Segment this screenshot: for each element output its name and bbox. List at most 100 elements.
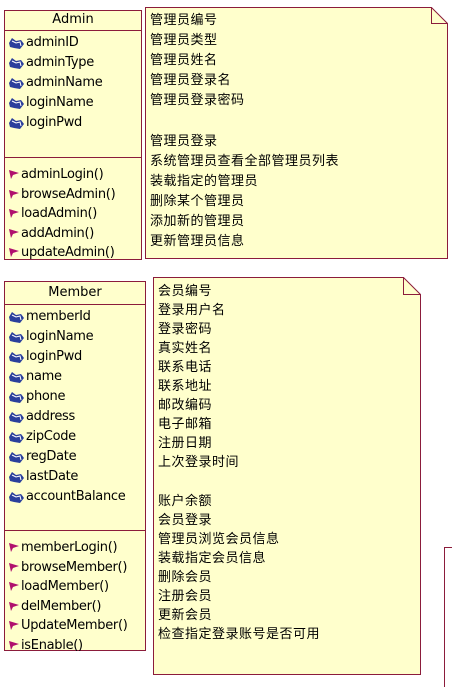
operation-row[interactable]: browseAdmin(): [8, 185, 141, 205]
operation-row[interactable]: loadMember(): [8, 577, 145, 597]
operation-row[interactable]: isEnable(): [8, 636, 145, 656]
note-line: 登录密码: [158, 322, 213, 337]
operation-name: memberLogin(): [21, 540, 118, 555]
note-line: 邮改编码: [158, 398, 213, 413]
member-operations: memberLogin() browseMember() loadMember(…: [5, 531, 145, 657]
attribute-name: loginPwd: [26, 349, 82, 364]
operation-row[interactable]: UpdateMember(): [8, 616, 145, 636]
note-line: 检查指定登录账号是否可用: [158, 627, 321, 642]
note-line: 注册会员: [158, 589, 213, 604]
partial-diagram-element: [444, 547, 452, 687]
attribute-name: memberId: [26, 309, 91, 324]
note-line: 更新会员: [158, 608, 213, 623]
operation-row[interactable]: adminLogin(): [8, 165, 141, 185]
note-line: 联系地址: [158, 379, 213, 394]
operation-row[interactable]: delMember(): [8, 597, 145, 617]
note-line: 管理员类型: [150, 33, 218, 48]
operation-name: addAdmin(): [21, 225, 95, 241]
note-spacer: [150, 111, 339, 132]
attribute-icon: [9, 331, 24, 343]
attribute-icon: [9, 391, 24, 403]
operation-row[interactable]: updateAdmin(): [8, 243, 141, 263]
attribute-name: accountBalance: [26, 489, 126, 504]
note-line: 账户余额: [158, 494, 213, 509]
note-spacer: [158, 472, 320, 492]
attribute-row[interactable]: zipCode: [8, 427, 145, 447]
attribute-name: address: [26, 409, 75, 424]
operation-icon: [9, 582, 19, 592]
operation-row[interactable]: browseMember(): [8, 558, 145, 578]
operation-icon: [9, 543, 19, 553]
attribute-row[interactable]: loginName: [8, 93, 141, 113]
operation-name: UpdateMember(): [21, 618, 128, 633]
note-line: 删除某个管理员: [150, 194, 245, 209]
attribute-row[interactable]: lastDate: [8, 467, 145, 487]
note-line: 删除会员: [158, 570, 213, 585]
note-line: 添加新的管理员: [150, 214, 245, 229]
note-line: 电子邮箱: [158, 417, 213, 432]
attribute-icon: [9, 311, 24, 323]
operation-name: isEnable(): [21, 637, 83, 653]
note-line: 管理员浏览会员信息: [158, 532, 280, 547]
attribute-icon: [9, 57, 24, 69]
attribute-row[interactable]: address: [8, 407, 145, 427]
operation-row[interactable]: memberLogin(): [8, 538, 145, 558]
operation-name: delMember(): [21, 598, 102, 614]
attribute-icon: [9, 491, 24, 503]
operation-icon: [9, 209, 19, 219]
note-line: 管理员登录名: [150, 73, 232, 88]
operation-name: browseAdmin(): [21, 186, 116, 202]
note-line: 装载指定的管理员: [150, 174, 259, 189]
member-note[interactable]: 会员编号 登录用户名 登录密码 真实姓名 联系电话 联系地址 邮改编码 电子邮箱…: [153, 277, 421, 675]
attribute-row[interactable]: phone: [8, 387, 145, 407]
attribute-icon: [9, 117, 24, 129]
attribute-row[interactable]: adminID: [8, 33, 141, 53]
note-line: 管理员编号: [150, 13, 218, 28]
operation-icon: [9, 228, 19, 238]
attribute-row[interactable]: name: [8, 367, 145, 387]
member-attributes: memberId loginName loginPwd name phone a…: [5, 305, 145, 531]
admin-attributes: adminID adminType adminName loginName lo…: [5, 31, 141, 158]
attribute-row[interactable]: regDate: [8, 447, 145, 467]
note-line: 管理员登录: [150, 134, 218, 149]
attribute-name: adminName: [26, 75, 103, 90]
operation-name: loadMember(): [21, 579, 109, 594]
attribute-name: loginName: [26, 95, 94, 110]
attribute-name: adminType: [26, 55, 94, 70]
member-class-name: Member: [5, 282, 145, 305]
member-class-box[interactable]: Member memberId loginName loginPwd name …: [4, 281, 146, 653]
operation-icon: [9, 170, 19, 180]
operation-icon: [9, 621, 19, 631]
attribute-row[interactable]: loginPwd: [8, 347, 145, 367]
admin-class-name: Admin: [5, 11, 141, 31]
attribute-row[interactable]: loginName: [8, 327, 145, 347]
attribute-icon: [9, 97, 24, 109]
operation-icon: [9, 189, 19, 199]
attribute-row[interactable]: memberId: [8, 307, 145, 327]
note-line: 真实姓名: [158, 341, 213, 356]
operation-row[interactable]: addAdmin(): [8, 224, 141, 244]
operation-name: updateAdmin(): [21, 245, 115, 260]
note-line: 系统管理员查看全部管理员列表: [150, 154, 340, 169]
note-line: 管理员登录密码: [150, 93, 245, 108]
operation-icon: [9, 640, 19, 650]
note-line: 注册日期: [158, 436, 213, 451]
admin-note[interactable]: 管理员编号 管理员类型 管理员姓名 管理员登录名 管理员登录密码 管理员登录 系…: [145, 7, 448, 259]
attribute-row[interactable]: loginPwd: [8, 113, 141, 133]
attribute-icon: [9, 37, 24, 49]
operation-icon: [9, 562, 19, 572]
attribute-name: loginPwd: [26, 115, 82, 130]
attribute-name: lastDate: [26, 469, 79, 484]
attribute-row[interactable]: adminName: [8, 73, 141, 93]
operation-name: loadAdmin(): [21, 206, 98, 221]
admin-class-box[interactable]: Admin adminID adminType adminName loginN…: [4, 10, 142, 260]
attribute-icon: [9, 431, 24, 443]
attribute-icon: [9, 411, 24, 423]
admin-operations: adminLogin() browseAdmin() loadAdmin() a…: [5, 158, 141, 265]
note-line: 会员登录: [158, 513, 213, 528]
attribute-row[interactable]: accountBalance: [8, 487, 145, 507]
attribute-row[interactable]: adminType: [8, 53, 141, 73]
attribute-name: loginName: [26, 329, 94, 344]
operation-row[interactable]: loadAdmin(): [8, 204, 141, 224]
operation-name: adminLogin(): [21, 167, 104, 182]
